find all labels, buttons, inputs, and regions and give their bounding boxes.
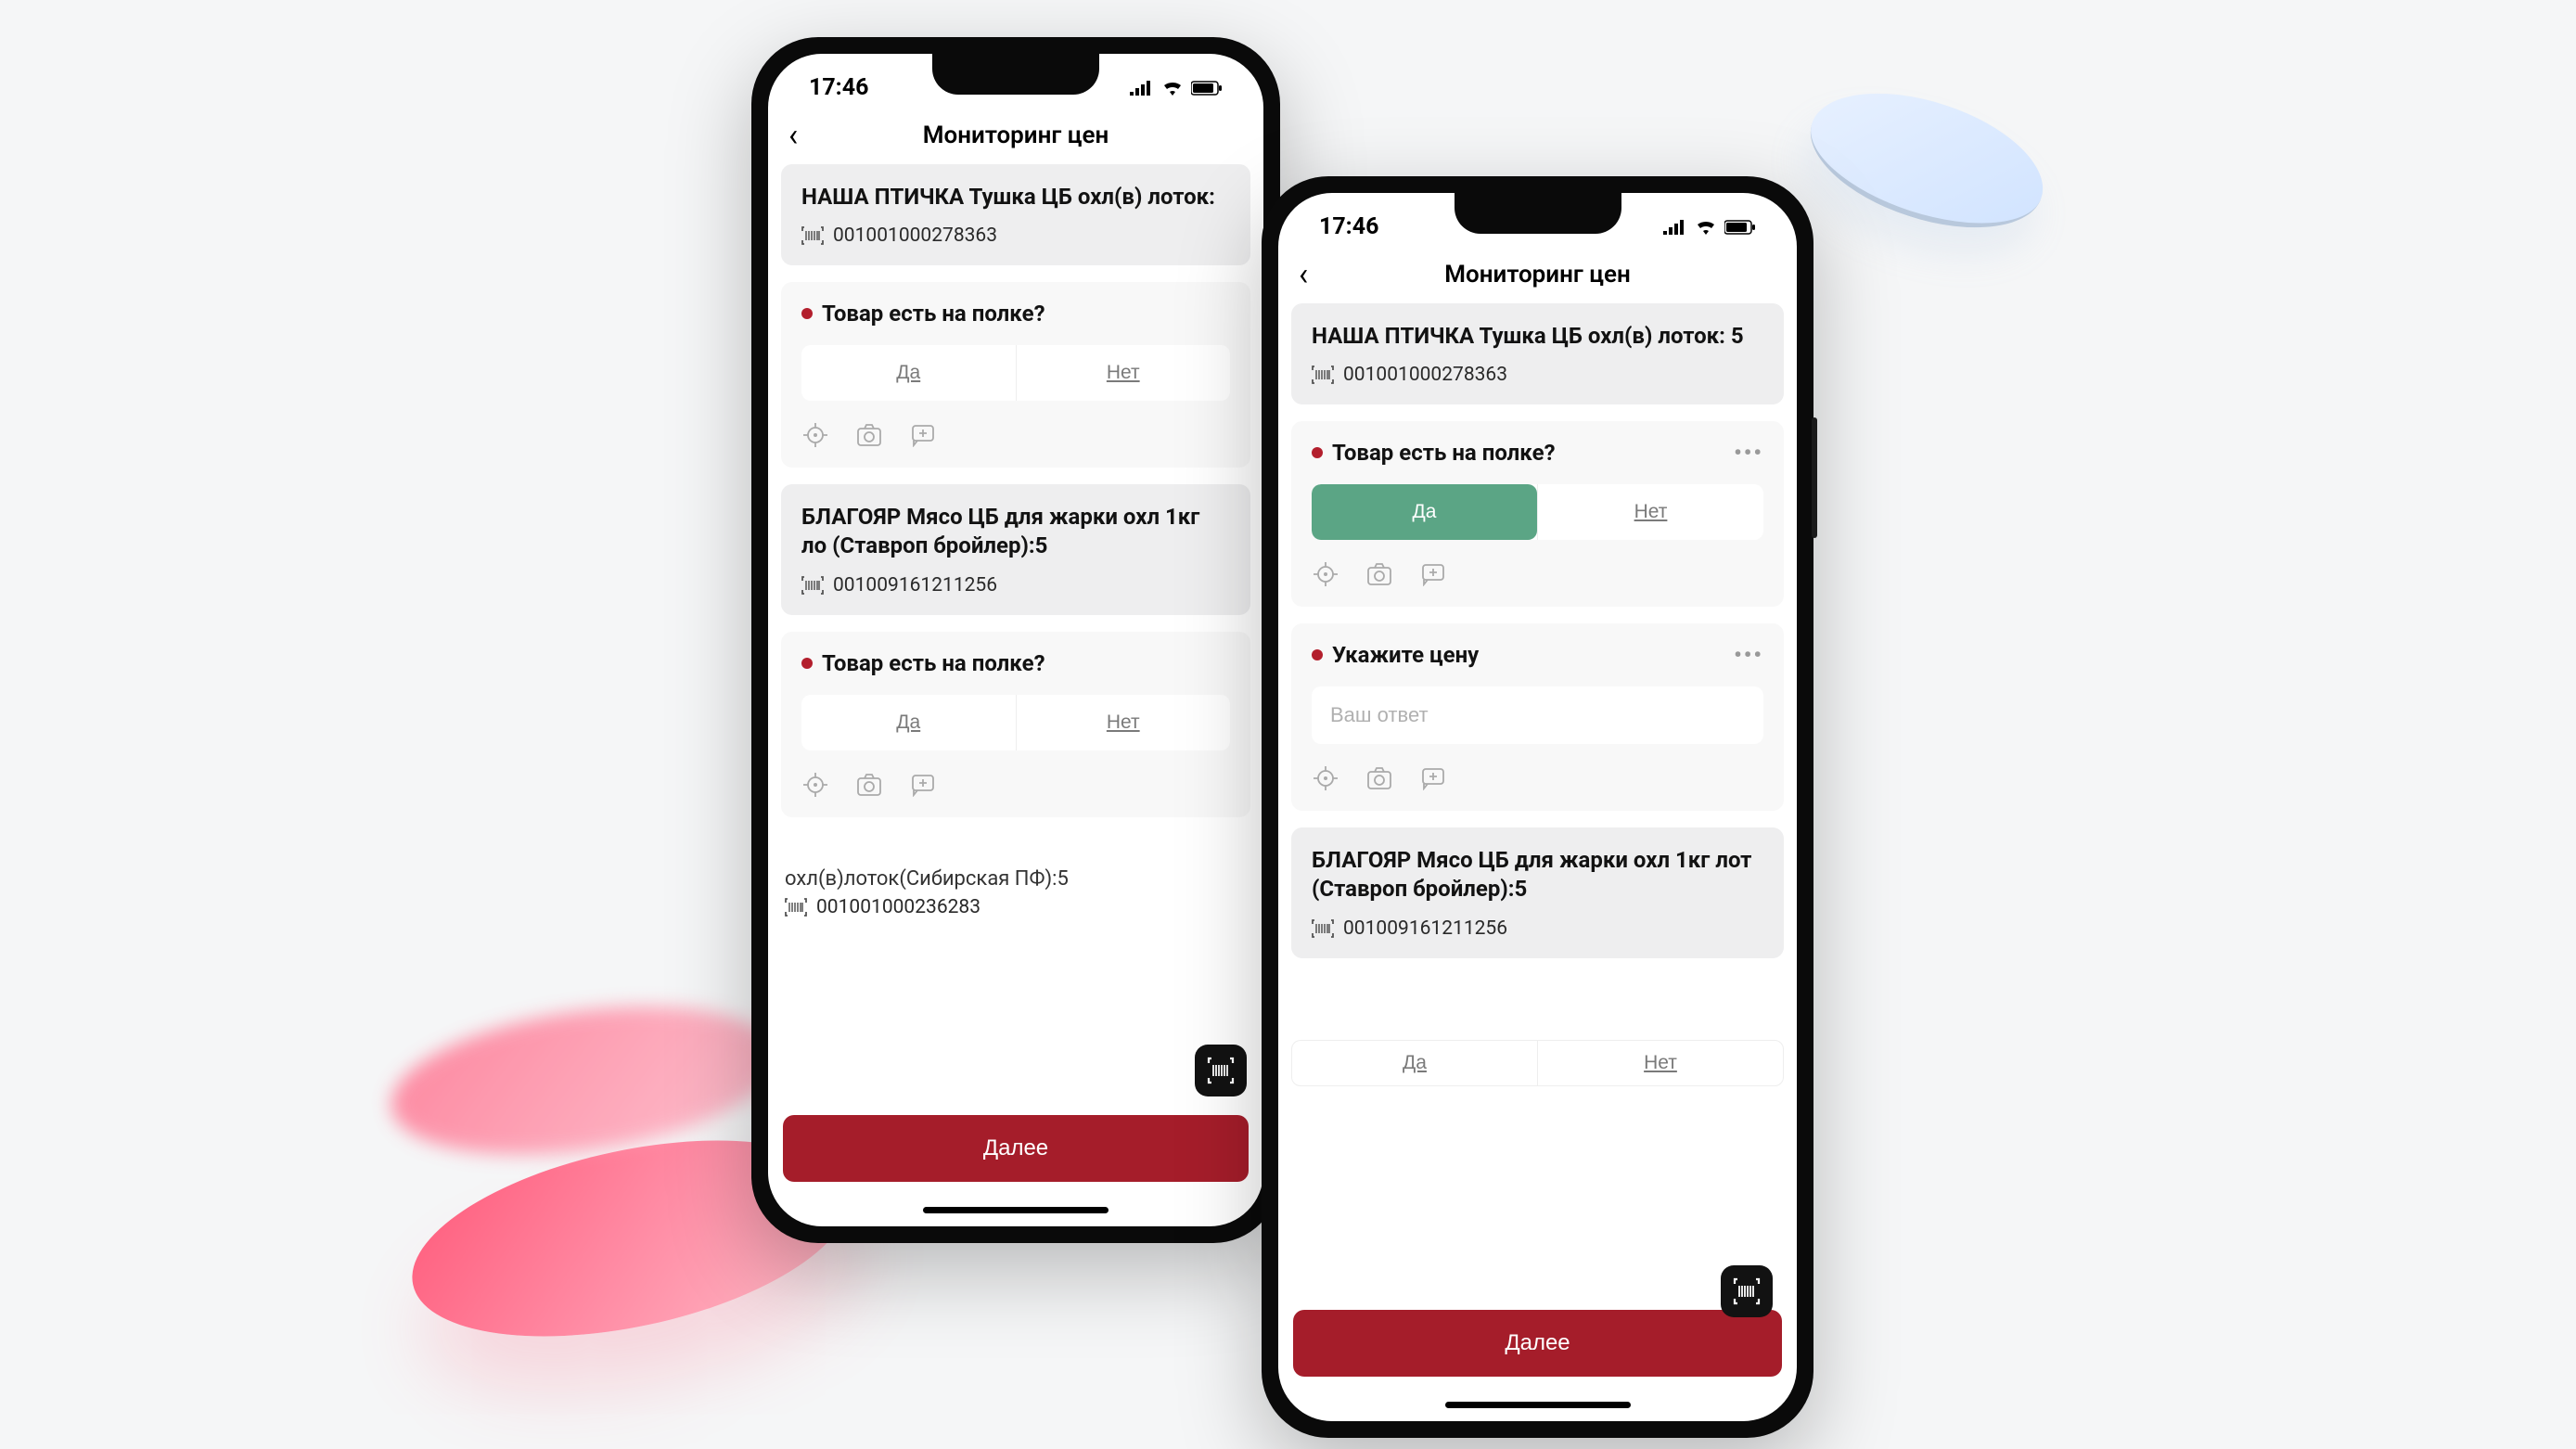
yes-button[interactable]: Да	[801, 345, 1016, 401]
truncated-product-text: охл(в)лоток(Сибирская ПФ):5	[781, 867, 1250, 896]
camera-icon[interactable]	[855, 421, 883, 449]
signal-icon	[1663, 220, 1687, 235]
yes-button-active[interactable]: Да	[1312, 484, 1537, 540]
barcode-value: 001001000278363	[833, 224, 997, 247]
barcode-icon	[1312, 365, 1334, 384]
back-button[interactable]: ‹	[788, 117, 798, 154]
add-comment-icon[interactable]	[909, 421, 937, 449]
required-indicator	[1312, 649, 1323, 660]
barcode-value: 001001000236283	[816, 896, 980, 918]
no-button[interactable]: Нет	[1016, 695, 1231, 750]
product-card: НАША ПТИЧКА Тушка ЦБ охл(в) лоток: 5 001…	[1291, 303, 1784, 404]
add-comment-icon[interactable]	[1419, 560, 1447, 588]
barcode-icon	[1312, 919, 1334, 938]
home-indicator	[923, 1207, 1109, 1213]
location-icon[interactable]	[801, 421, 829, 449]
camera-icon[interactable]	[855, 771, 883, 799]
nav-bar: ‹ Мониторинг цен	[1278, 250, 1797, 303]
phone-notch	[932, 54, 1099, 95]
nav-bar: ‹ Мониторинг цен	[768, 110, 1263, 164]
price-question-card: Укажите цену •••	[1291, 623, 1784, 811]
barcode-icon	[785, 898, 807, 917]
question-label: Укажите цену	[1332, 642, 1479, 668]
wifi-icon	[1161, 81, 1184, 96]
decorative-disc-blue	[1806, 102, 2075, 371]
no-button[interactable]: Нет	[1016, 345, 1231, 401]
signal-icon	[1130, 81, 1154, 96]
product-card: НАША ПТИЧКА Тушка ЦБ охл(в) лоток: 00100…	[781, 164, 1250, 265]
yes-button[interactable]: Да	[801, 695, 1016, 750]
camera-icon[interactable]	[1365, 560, 1393, 588]
nav-title: Мониторинг цен	[1299, 261, 1776, 289]
phone-power-button	[1812, 417, 1817, 538]
question-card: Товар есть на полке? Да Нет	[781, 632, 1250, 817]
question-label: Товар есть на полке?	[1332, 440, 1556, 466]
next-button[interactable]: Далее	[1293, 1310, 1782, 1377]
location-icon[interactable]	[801, 771, 829, 799]
required-indicator	[801, 658, 813, 669]
no-button[interactable]: Нет	[1537, 484, 1763, 540]
barcode-icon	[801, 226, 824, 245]
phone-mockup-right: 17:46 ‹ Мониторинг цен НАША ПТИЧКА Тушка…	[1262, 176, 1813, 1438]
barcode-value: 001009161211256	[1343, 917, 1507, 940]
phone-mockup-left: 17:46 ‹ Мониторинг цен НАША ПТИЧКА Тушка…	[751, 37, 1280, 1243]
product-title: БЛАГОЯР Мясо ЦБ для жарки охл 1кг лот (С…	[1312, 846, 1763, 904]
location-icon[interactable]	[1312, 764, 1339, 792]
more-menu-icon[interactable]: •••	[1734, 642, 1763, 668]
bottom-yes-no-group: Да Нет	[1291, 1040, 1784, 1086]
add-comment-icon[interactable]	[1419, 764, 1447, 792]
back-button[interactable]: ‹	[1299, 256, 1308, 293]
floating-scan-button[interactable]	[1721, 1265, 1773, 1317]
more-menu-icon[interactable]: •••	[1734, 440, 1763, 466]
question-label: Товар есть на полке?	[822, 650, 1045, 676]
question-label: Товар есть на полке?	[822, 301, 1045, 327]
required-indicator	[1312, 447, 1323, 458]
home-indicator	[1445, 1402, 1631, 1408]
status-time: 17:46	[1319, 213, 1378, 240]
product-title: БЛАГОЯР Мясо ЦБ для жарки охл 1кг ло (Ст…	[801, 503, 1230, 560]
status-time: 17:46	[809, 74, 868, 101]
nav-title: Мониторинг цен	[788, 122, 1243, 149]
location-icon[interactable]	[1312, 560, 1339, 588]
product-card: БЛАГОЯР Мясо ЦБ для жарки охл 1кг ло (Ст…	[781, 484, 1250, 614]
product-card: БЛАГОЯР Мясо ЦБ для жарки охл 1кг лот (С…	[1291, 827, 1784, 957]
barcode-value: 001009161211256	[833, 574, 997, 596]
next-button[interactable]: Далее	[783, 1115, 1249, 1182]
wifi-icon	[1695, 220, 1717, 235]
battery-icon	[1724, 220, 1756, 235]
phone-notch	[1455, 193, 1621, 234]
no-button[interactable]: Нет	[1537, 1041, 1783, 1085]
battery-icon	[1191, 81, 1223, 96]
price-input[interactable]	[1312, 686, 1763, 744]
product-title: НАША ПТИЧКА Тушка ЦБ охл(в) лоток:	[801, 183, 1230, 212]
floating-scan-button[interactable]	[1195, 1045, 1247, 1096]
barcode-icon	[801, 576, 824, 595]
question-card: Товар есть на полке? Да Нет	[781, 282, 1250, 468]
required-indicator	[801, 308, 813, 319]
add-comment-icon[interactable]	[909, 771, 937, 799]
camera-icon[interactable]	[1365, 764, 1393, 792]
product-title: НАША ПТИЧКА Тушка ЦБ охл(в) лоток: 5	[1312, 322, 1763, 351]
yes-button[interactable]: Да	[1292, 1041, 1537, 1085]
question-card: Товар есть на полке? ••• Да Нет	[1291, 421, 1784, 607]
barcode-value: 001001000278363	[1343, 364, 1507, 386]
